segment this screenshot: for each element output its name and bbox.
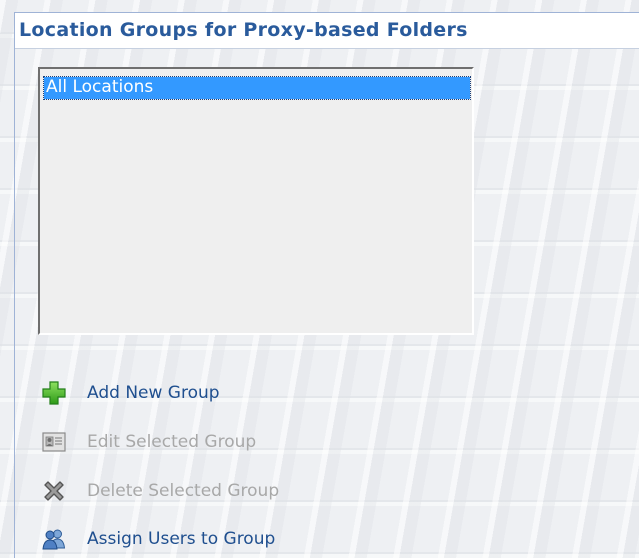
plus-icon — [39, 378, 69, 408]
panel-header: Location Groups for Proxy-based Folders — [15, 13, 639, 49]
delete-selected-group-label: Delete Selected Group — [87, 481, 280, 501]
add-new-group-button[interactable]: Add New Group — [39, 378, 220, 408]
location-groups-panel: Location Groups for Proxy-based Folders … — [14, 12, 639, 558]
id-card-icon — [39, 427, 69, 457]
assign-users-to-group-button[interactable]: Assign Users to Group — [39, 524, 275, 554]
edit-selected-group-label: Edit Selected Group — [87, 432, 257, 452]
panel-title: Location Groups for Proxy-based Folders — [19, 19, 468, 41]
edit-selected-group-button[interactable]: Edit Selected Group — [39, 427, 256, 457]
location-groups-listbox[interactable]: All Locations — [38, 67, 474, 335]
delete-selected-group-button[interactable]: Delete Selected Group — [39, 476, 279, 506]
users-icon — [39, 524, 69, 554]
list-item-all-locations[interactable]: All Locations — [43, 76, 471, 100]
assign-users-to-group-label: Assign Users to Group — [87, 529, 276, 549]
add-new-group-label: Add New Group — [87, 383, 220, 403]
x-mark-icon — [39, 476, 69, 506]
